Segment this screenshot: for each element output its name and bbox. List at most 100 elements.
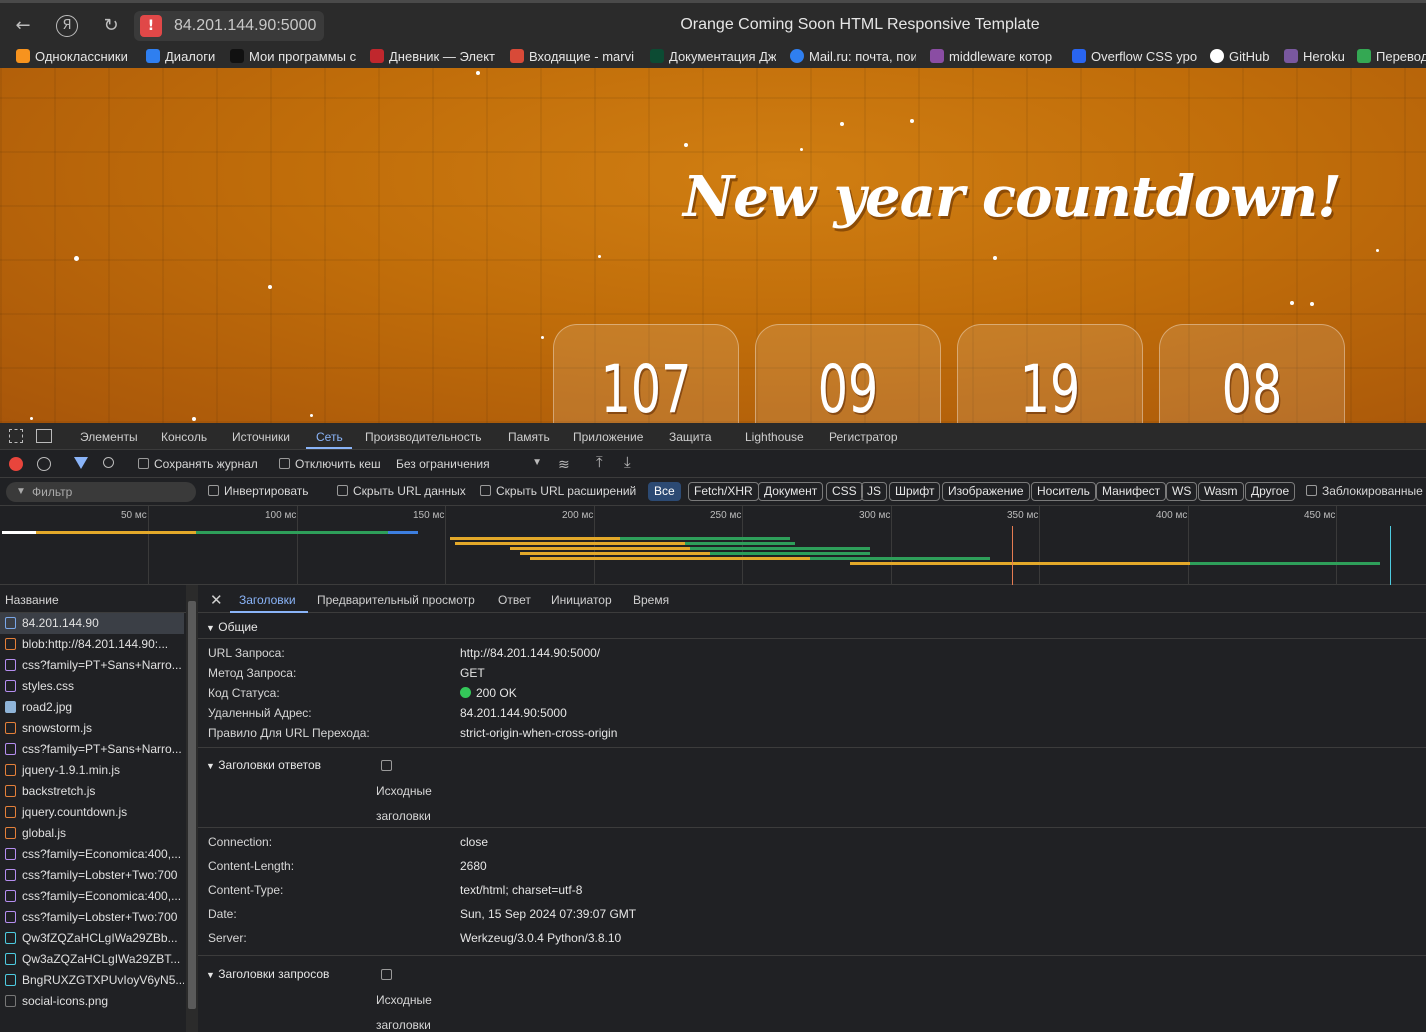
request-row[interactable]: backstretch.js bbox=[0, 781, 184, 802]
bookmark-my-programs[interactable]: Мои программы с bbox=[230, 48, 356, 66]
tab-performance[interactable]: Производительность bbox=[365, 430, 481, 444]
request-row[interactable]: snowstorm.js bbox=[0, 718, 184, 739]
bookmark-mailru[interactable]: Mail.ru: почта, пои bbox=[790, 48, 916, 66]
filter-type-all[interactable]: Все bbox=[648, 482, 681, 501]
network-overview-timeline[interactable]: 50 мс 100 мс 150 мс 200 мс 250 мс 300 мс… bbox=[0, 506, 1426, 585]
request-row[interactable]: css?family=Economica:400,... bbox=[0, 844, 184, 865]
tab-timing[interactable]: Время bbox=[633, 593, 669, 607]
bookmarks-bar: Одноклассники Диалоги Мои программы с Дн… bbox=[0, 46, 1426, 68]
tab-application[interactable]: Приложение bbox=[573, 430, 643, 444]
filter-type-css[interactable]: CSS bbox=[826, 482, 863, 501]
request-row[interactable]: Qw3aZQZaHCLgIWa29ZBT... bbox=[0, 949, 184, 970]
hide-data-urls-checkbox[interactable]: Скрыть URL данных bbox=[337, 484, 466, 498]
request-row[interactable]: css?family=Lobster+Two:700 bbox=[0, 907, 184, 928]
export-har-icon[interactable]: ⤓ bbox=[624, 454, 631, 471]
tab-elements[interactable]: Элементы bbox=[80, 430, 138, 444]
filter-type-image[interactable]: Изображение bbox=[942, 482, 1030, 501]
waterfall-bar bbox=[196, 531, 388, 534]
inspect-element-icon[interactable] bbox=[9, 429, 23, 443]
filter-type-font[interactable]: Шрифт bbox=[889, 482, 941, 501]
raw-headers-checkbox[interactable] bbox=[381, 968, 397, 982]
request-row[interactable]: css?family=Lobster+Two:700 bbox=[0, 865, 184, 886]
image-icon bbox=[5, 701, 16, 713]
tab-recorder[interactable]: Регистратор bbox=[829, 430, 898, 444]
bookmark-github[interactable]: GitHub bbox=[1210, 48, 1276, 66]
throttling-select[interactable]: Без ограничения ▼ bbox=[396, 457, 544, 471]
filter-type-media[interactable]: Носитель bbox=[1031, 482, 1096, 501]
filter-type-js[interactable]: JS bbox=[861, 482, 888, 501]
request-row[interactable]: global.js bbox=[0, 823, 184, 844]
invert-checkbox[interactable]: Инвертировать bbox=[208, 484, 309, 498]
record-stop-icon[interactable] bbox=[9, 457, 23, 471]
filter-type-ws[interactable]: WS bbox=[1166, 482, 1198, 501]
disable-cache-checkbox[interactable]: Отключить кеш bbox=[279, 457, 381, 471]
reload-icon[interactable]: ↻ bbox=[100, 15, 122, 37]
address-bar[interactable]: ! 84.201.144.90:5000 bbox=[134, 11, 324, 41]
filter-type-other[interactable]: Другое bbox=[1245, 482, 1296, 501]
tab-lighthouse[interactable]: Lighthouse bbox=[745, 430, 804, 444]
request-row[interactable]: 84.201.144.90 bbox=[0, 613, 184, 634]
close-icon[interactable]: ✕ bbox=[210, 591, 223, 609]
request-row[interactable]: css?family=PT+Sans+Narro... bbox=[0, 655, 184, 676]
back-arrow-icon[interactable]: ← bbox=[12, 15, 34, 37]
tab-response[interactable]: Ответ bbox=[498, 593, 531, 607]
section-general[interactable]: ▼ Общие bbox=[206, 620, 258, 634]
filter-input[interactable]: ▼ Фильтр bbox=[6, 482, 196, 502]
tab-network[interactable]: Сеть bbox=[316, 430, 343, 444]
script-icon bbox=[5, 722, 16, 734]
raw-headers-label: Исходные bbox=[376, 993, 432, 1007]
font-icon bbox=[5, 953, 16, 965]
divider bbox=[198, 955, 1426, 956]
tab-headers[interactable]: Заголовки bbox=[239, 593, 296, 607]
request-row[interactable]: css?family=Economica:400,... bbox=[0, 886, 184, 907]
bookmark-dialogs[interactable]: Диалоги bbox=[146, 48, 222, 66]
tab-security[interactable]: Защита bbox=[669, 430, 712, 444]
preserve-log-checkbox[interactable]: Сохранять журнал bbox=[138, 457, 258, 471]
bookmark-diary[interactable]: Дневник — Элект bbox=[370, 48, 496, 66]
request-row[interactable]: styles.css bbox=[0, 676, 184, 697]
divider bbox=[198, 638, 1426, 639]
section-request-headers[interactable]: ▼ Заголовки запросов bbox=[206, 967, 329, 981]
yandex-icon[interactable]: Я bbox=[56, 15, 78, 37]
tab-console[interactable]: Консоль bbox=[161, 430, 207, 444]
device-toolbar-icon[interactable] bbox=[36, 429, 52, 443]
raw-headers-checkbox[interactable] bbox=[381, 759, 397, 773]
request-row[interactable]: blob:http://84.201.144.90:... bbox=[0, 634, 184, 655]
section-response-headers[interactable]: ▼ Заголовки ответов bbox=[206, 758, 321, 772]
search-icon[interactable] bbox=[103, 457, 114, 468]
request-row[interactable]: jquery-1.9.1.min.js bbox=[0, 760, 184, 781]
insecure-warning-icon[interactable]: ! bbox=[140, 15, 162, 37]
filter-type-manifest[interactable]: Манифест bbox=[1096, 482, 1167, 501]
request-row[interactable]: Qw3fZQZaHCLgIWa29ZBb... bbox=[0, 928, 184, 949]
request-list-scrollbar[interactable] bbox=[186, 585, 198, 1032]
request-row[interactable]: jquery.countdown.js bbox=[0, 802, 184, 823]
bookmark-translate[interactable]: Перевод bbox=[1357, 48, 1426, 66]
filter-type-fetch-xhr[interactable]: Fetch/XHR bbox=[688, 482, 759, 501]
filter-icon[interactable] bbox=[74, 457, 88, 469]
request-row[interactable]: css?family=PT+Sans+Narro... bbox=[0, 739, 184, 760]
bookmark-odnoklassniki[interactable]: Одноклассники bbox=[16, 48, 142, 66]
scrollbar-thumb[interactable] bbox=[188, 601, 196, 1009]
load-event-marker bbox=[1390, 526, 1391, 585]
hide-extension-urls-checkbox[interactable]: Скрыть URL расширений bbox=[480, 484, 636, 498]
import-har-icon[interactable]: ⤒ bbox=[596, 454, 603, 471]
tab-preview[interactable]: Предварительный просмотр bbox=[317, 593, 475, 607]
bookmark-heroku[interactable]: Heroku bbox=[1284, 48, 1352, 66]
bookmark-inbox[interactable]: Входящие - marvi bbox=[510, 48, 636, 66]
filter-type-wasm[interactable]: Wasm bbox=[1198, 482, 1244, 501]
waterfall-bar bbox=[710, 552, 870, 555]
tab-initiator[interactable]: Инициатор bbox=[551, 593, 612, 607]
bookmark-middleware[interactable]: middleware котор bbox=[930, 48, 1056, 66]
clear-icon[interactable] bbox=[37, 457, 51, 471]
request-row[interactable]: social-icons.png bbox=[0, 991, 184, 1012]
network-conditions-icon[interactable]: ≋ bbox=[558, 456, 570, 473]
bookmark-overflow-css[interactable]: Overflow CSS уро bbox=[1072, 48, 1198, 66]
filter-type-document[interactable]: Документ bbox=[758, 482, 824, 501]
request-row[interactable]: road2.jpg bbox=[0, 697, 184, 718]
tab-sources[interactable]: Источники bbox=[232, 430, 290, 444]
column-header-name[interactable]: Название bbox=[0, 585, 197, 613]
request-row[interactable]: BngRUXZGTXPUvIoyV6yN5... bbox=[0, 970, 184, 991]
blocked-requests-checkbox[interactable]: Заблокированные bbox=[1306, 484, 1423, 498]
tab-memory[interactable]: Память bbox=[508, 430, 550, 444]
bookmark-django-docs[interactable]: Документация Дж bbox=[650, 48, 776, 66]
